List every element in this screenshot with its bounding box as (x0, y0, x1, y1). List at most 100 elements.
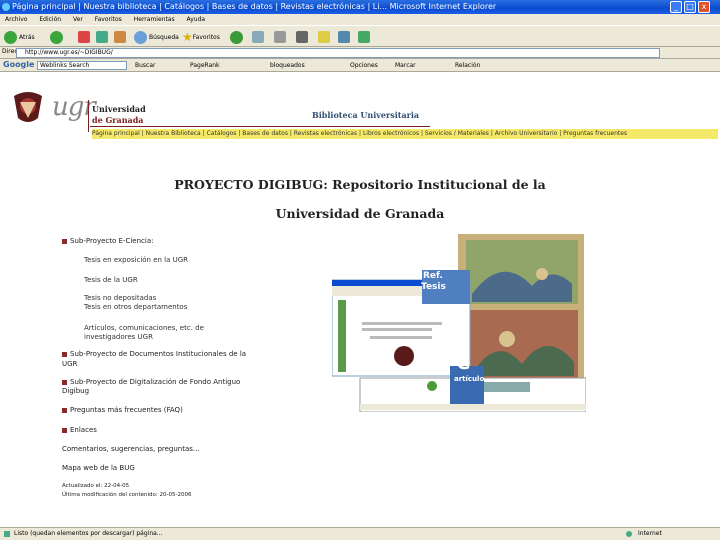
discuss-button[interactable] (318, 29, 330, 45)
google-logo: Google (3, 60, 35, 69)
library-title: Biblioteca Universitaria (312, 110, 420, 120)
link-tesis-otros-departamentos[interactable]: Tesis en otros departamentos (84, 303, 187, 312)
university-name: Universidad de Granada (92, 104, 146, 125)
forward-button[interactable] (50, 29, 65, 45)
favorites-button[interactable]: ★ Favoritos (182, 29, 220, 45)
research-icon (338, 31, 350, 43)
header-rule (90, 126, 430, 127)
refresh-button[interactable] (96, 29, 108, 45)
articulo-label: artículo (454, 375, 485, 383)
bullet-icon (62, 352, 67, 357)
menu-ayuda[interactable]: Ayuda (187, 16, 206, 23)
internet-explorer-icon (2, 3, 10, 11)
close-button[interactable]: x (698, 1, 710, 13)
star-icon: ★ (182, 30, 193, 44)
window-title: Página principal | Nuestra biblioteca | … (12, 2, 497, 11)
stop-button[interactable] (78, 29, 90, 45)
link-faq[interactable]: Preguntas más frecuentes (FAQ) (70, 406, 183, 415)
messenger-icon (358, 31, 370, 43)
link-tesis-exposicion[interactable]: Tesis en exposición en la UGR (84, 256, 188, 265)
menu-ver[interactable]: Ver (73, 16, 83, 23)
menu-edicion[interactable]: Edición (39, 16, 61, 23)
bullet-icon (62, 239, 67, 244)
nav-link-ebooks[interactable]: Libros electrónicos (363, 130, 419, 137)
messenger-button[interactable] (358, 29, 370, 45)
nav-link-databases[interactable]: Bases de datos (242, 130, 288, 137)
nav-link-journals[interactable]: Revistas electrónicas (294, 130, 357, 137)
bullet-icon (62, 380, 67, 385)
nav-link-faq[interactable]: Preguntas frecuentes (563, 130, 627, 137)
zone-text: Internet (638, 530, 662, 537)
google-options[interactable]: Opciones (350, 61, 378, 70)
main-navigation: Página principal | Nuestra Biblioteca | … (92, 129, 718, 139)
tesis-label: Tesis (421, 282, 446, 292)
mail-button[interactable] (252, 29, 264, 45)
forward-arrow-icon (50, 30, 63, 44)
discuss-icon (318, 31, 330, 43)
list-item-digitalizacion[interactable]: Sub-Proyecto de Digitalización de Fondo … (70, 378, 240, 387)
link-mapa-web[interactable]: Mapa web de la BUG (62, 464, 135, 473)
e-label: e (457, 350, 471, 374)
menu-archivo[interactable]: Archivo (5, 16, 27, 23)
list-item-documentos[interactable]: Sub-Proyecto de Documentos Institucional… (70, 350, 246, 359)
google-toolbar: Google Weblinks Search Buscar PageRank b… (0, 59, 720, 72)
nav-link-library[interactable]: Nuestra Biblioteca (146, 130, 201, 137)
university-crest-icon (14, 92, 42, 122)
modified-date: Última modificación del contenido: 20-05… (62, 492, 192, 498)
maximize-button[interactable]: □ (684, 1, 696, 13)
google-related[interactable]: Relación (455, 61, 480, 70)
google-blocked[interactable]: bloqueados (270, 61, 305, 70)
stop-icon (78, 31, 90, 43)
edit-button[interactable] (296, 29, 308, 45)
refresh-icon (96, 31, 108, 43)
nav-link-home[interactable]: Página principal (92, 130, 140, 137)
link-investigadores[interactable]: investigadores UGR (84, 333, 153, 342)
page-icon (4, 531, 10, 537)
google-search-input[interactable]: Weblinks Search (37, 61, 127, 70)
digibug-collage-image (332, 234, 586, 412)
home-icon (114, 31, 126, 43)
search-icon (134, 30, 147, 44)
status-text: Listo (quedan elementos por descargar) p… (14, 530, 163, 537)
link-tesis-no-depositadas[interactable]: Tesis no depositadas (84, 294, 156, 303)
page-content: ugr Universidad de Granada Biblioteca Un… (0, 72, 720, 527)
menu-herramientas[interactable]: Herramientas (134, 16, 175, 23)
menu-favoritos[interactable]: Favoritos (95, 16, 122, 23)
list-item-e-ciencia[interactable]: Sub-Proyecto E-Ciencia: (70, 237, 153, 246)
list-item-digitalizacion-cont[interactable]: Digibug (62, 387, 89, 396)
research-button[interactable] (338, 29, 350, 45)
search-button[interactable]: Búsqueda (134, 29, 179, 45)
link-enlaces[interactable]: Enlaces (70, 426, 97, 435)
print-button[interactable] (274, 29, 286, 45)
address-input[interactable]: http://www.ugr.es/~DIGIBUG/ (16, 48, 660, 58)
home-button[interactable] (114, 29, 126, 45)
google-mark[interactable]: Marcar (395, 61, 416, 70)
bullet-icon (62, 428, 67, 433)
back-button[interactable]: Atrás (4, 29, 35, 45)
bullet-icon (62, 408, 67, 413)
ref-label: Ref. (423, 271, 443, 281)
print-icon (274, 31, 286, 43)
updated-date: Actualizado el: 22-04-05 (62, 483, 130, 489)
history-icon (230, 30, 243, 44)
back-arrow-icon (4, 30, 17, 44)
nav-link-catalogs[interactable]: Catálogos (207, 130, 237, 137)
logo-divider (88, 100, 89, 132)
google-search-button[interactable]: Buscar (135, 61, 156, 70)
address-bar: Dirección http://www.ugr.es/~DIGIBUG/ (0, 47, 720, 59)
mail-icon (252, 31, 264, 43)
internet-zone-icon (626, 531, 632, 537)
link-articulos[interactable]: Artículos, comunicaciones, etc. de (84, 324, 204, 333)
page-title: PROYECTO DIGIBUG: Repositorio Institucio… (174, 177, 546, 221)
minimize-button[interactable]: _ (670, 1, 682, 13)
link-tesis-ugr[interactable]: Tesis de la UGR (84, 276, 138, 285)
title-bar: Página principal | Nuestra biblioteca | … (0, 0, 720, 14)
toolbar: Atrás Búsqueda ★ Favoritos (0, 25, 720, 47)
list-item-documentos-cont[interactable]: UGR (62, 360, 77, 369)
history-button[interactable] (230, 29, 245, 45)
google-pagerank[interactable]: PageRank (190, 61, 220, 70)
nav-link-services[interactable]: Servicios / Materiales (425, 130, 489, 137)
edit-icon (296, 31, 308, 43)
nav-link-archive[interactable]: Archivo Universitario (495, 130, 558, 137)
link-comentarios[interactable]: Comentarios, sugerencias, preguntas... (62, 445, 200, 454)
